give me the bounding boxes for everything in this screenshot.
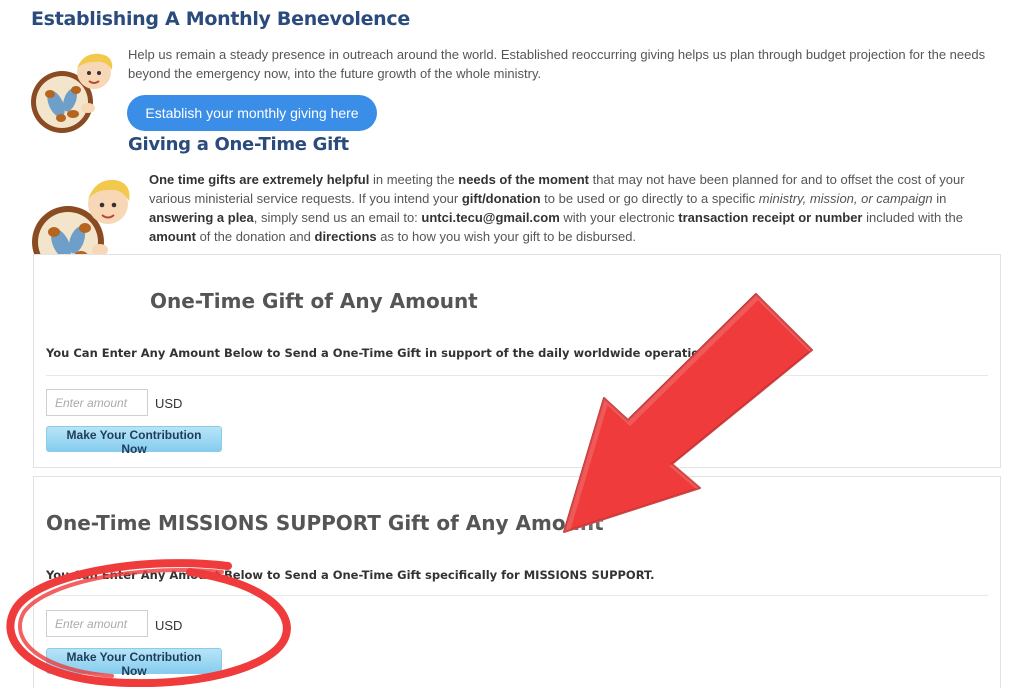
monthly-intro-text: Help us remain a steady presence in outr… — [128, 47, 986, 81]
monthly-heading: Establishing A Monthly Benevolence — [31, 8, 410, 30]
missions-contribution-button[interactable]: Make Your Contribution Now — [46, 648, 222, 678]
onetime-description-text: One time gifts are extremely helpful in … — [149, 172, 965, 244]
missions-amount-input[interactable] — [46, 610, 148, 637]
onetime-gift-title: One-Time Gift of Any Amount — [150, 289, 478, 313]
onetime-gift-description: You Can Enter Any Amount Below to Send a… — [46, 346, 762, 360]
missions-gift-title: One-Time MISSIONS SUPPORT Gift of Any Am… — [46, 511, 604, 535]
currency-label: USD — [155, 618, 183, 633]
make-contribution-button[interactable]: Make Your Contribution Now — [46, 426, 222, 456]
missions-gift-description: You Can Enter Any Amount Below to Send a… — [46, 568, 655, 582]
divider — [46, 595, 988, 596]
amount-input[interactable] — [46, 389, 148, 416]
establish-monthly-giving-button[interactable]: Establish your monthly giving here — [127, 95, 377, 131]
onetime-heading: Giving a One-Time Gift — [128, 134, 349, 155]
currency-label: USD — [155, 396, 183, 411]
contact-email: untci.tecu@gmail.com — [421, 210, 560, 225]
boy-with-fish-and-loaves-icon — [31, 53, 113, 133]
divider — [46, 375, 988, 376]
onetime-gift-form: One-Time Gift of Any Amount You Can Ente… — [33, 254, 1001, 468]
missions-support-gift-form: One-Time MISSIONS SUPPORT Gift of Any Am… — [33, 476, 1001, 688]
